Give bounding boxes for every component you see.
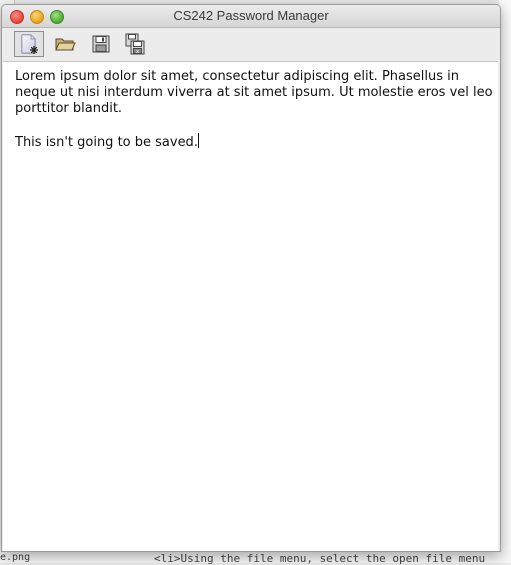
text-editor-area[interactable]: Lorem ipsum dolor sit amet, consectetur … [3,61,498,551]
editor-paragraph-1: Lorem ipsum dolor sit amet, consectetur … [15,69,497,116]
editor-text[interactable]: Lorem ipsum dolor sit amet, consectetur … [15,69,493,151]
title-bar[interactable]: CS242 Password Manager [2,5,500,28]
password-manager-window: CS242 Password Manager x Lorem ipsum dol… [1,4,501,552]
text-caret [197,133,199,148]
save-as-button[interactable]: x [120,31,150,57]
save-button[interactable] [86,31,116,57]
new-file-button[interactable] [14,31,44,57]
new-document-icon [21,34,38,54]
editor-paragraph-2: This isn't going to be saved. [15,135,198,150]
folder-icon [55,38,76,51]
background-code-line: <li>Using the file menu, select the open… [154,552,486,565]
toolbar: x [2,28,500,59]
open-file-button[interactable] [50,31,80,57]
window-title: CS242 Password Manager [173,8,329,23]
background-code-fragment: e.png [0,552,31,563]
floppy-disk-save-as-icon: x [125,33,145,55]
floppy-disk-icon [92,35,110,53]
svg-text:x: x [136,49,139,55]
